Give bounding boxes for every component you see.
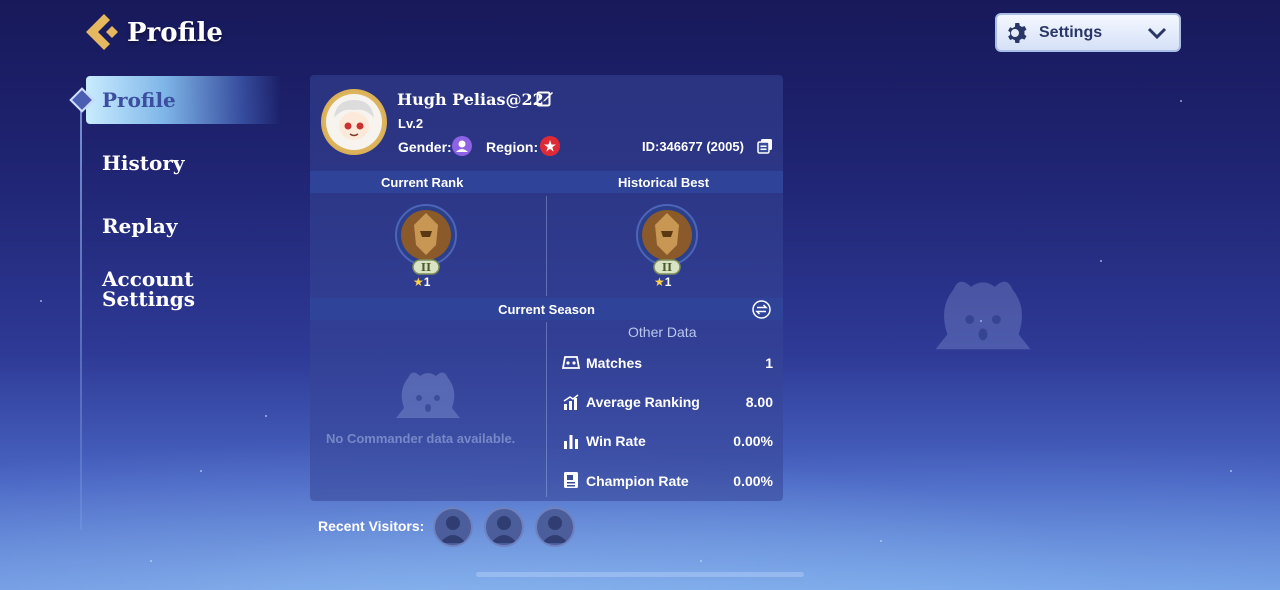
average-ranking-icon — [563, 394, 579, 410]
current-rank-badge[interactable]: II — [394, 203, 458, 283]
avatar-portrait-icon — [326, 94, 382, 150]
current-season-header: Current Season — [498, 301, 595, 317]
star-icon: ★ — [654, 275, 665, 289]
nav-item-replay[interactable]: Replay — [102, 216, 178, 236]
stat-label-matches: Matches — [586, 355, 643, 371]
copy-icon[interactable] — [757, 138, 773, 154]
no-commander-message: No Commander data available. — [326, 431, 516, 446]
rank-header-bar: Current Rank Historical Best — [310, 171, 783, 193]
matches-icon — [562, 356, 580, 369]
stat-value-champion-rate: 0.00% — [733, 473, 773, 489]
gender-label: Gender: — [398, 139, 452, 155]
scroll-indicator — [476, 572, 804, 577]
settings-label: Settings — [1039, 23, 1103, 41]
visitor-avatar[interactable] — [433, 507, 473, 547]
current-rank-tier: II — [421, 261, 431, 274]
stat-value-average-ranking: 8.00 — [745, 394, 773, 410]
mascot-placeholder-icon — [396, 372, 460, 418]
visitor-avatar[interactable] — [484, 507, 524, 547]
champion-rate-icon — [564, 472, 578, 488]
user-silhouette-icon — [491, 516, 517, 543]
best-rank-stars: ★1 — [654, 275, 671, 289]
user-silhouette-icon — [440, 516, 466, 543]
gender-icon — [452, 136, 472, 156]
nav-rail — [80, 100, 82, 530]
season-header-bar: Current Season — [310, 298, 783, 320]
nav-item-history[interactable]: History — [102, 153, 185, 173]
back-button[interactable] — [82, 12, 122, 52]
current-rank-star-count: 1 — [423, 275, 431, 289]
region-flag-icon — [540, 136, 560, 156]
historical-best-header: Historical Best — [618, 175, 710, 190]
settings-dropdown[interactable]: Settings — [995, 13, 1181, 52]
chevron-down-icon — [1147, 27, 1167, 40]
stat-label-champion-rate: Champion Rate — [586, 473, 689, 489]
nav-item-account-settings[interactable]: Account Settings — [102, 269, 222, 309]
edit-icon[interactable] — [536, 89, 554, 107]
stat-value-win-rate: 0.00% — [733, 433, 773, 449]
avatar[interactable] — [321, 89, 387, 155]
current-rank-header: Current Rank — [381, 175, 464, 190]
stat-label-average-ranking: Average Ranking — [586, 394, 700, 410]
season-divider — [546, 322, 547, 497]
visitor-avatar[interactable] — [535, 507, 575, 547]
region-label: Region: — [486, 139, 539, 155]
best-rank-badge[interactable]: II — [635, 203, 699, 283]
other-data-title: Other Data — [628, 324, 697, 340]
user-silhouette-icon — [542, 516, 568, 543]
rank-divider — [546, 196, 547, 296]
player-level: Lv.2 — [398, 116, 424, 131]
best-rank-tier: II — [662, 261, 672, 274]
player-id: ID:346677 (2005) — [642, 139, 744, 154]
rank-emblem-icon: II — [636, 204, 698, 275]
best-rank-star-count: 1 — [664, 275, 672, 289]
swap-icon[interactable] — [752, 300, 771, 319]
page-title: Profile — [127, 18, 223, 48]
back-arrow-icon — [86, 14, 118, 50]
nav-item-profile[interactable]: Profile — [102, 90, 176, 110]
stat-value-matches: 1 — [765, 355, 773, 371]
gear-icon — [1008, 22, 1027, 43]
mascot-watermark-icon — [935, 281, 1031, 350]
stat-label-win-rate: Win Rate — [586, 433, 646, 449]
rank-emblem-icon: II — [395, 204, 457, 275]
win-rate-icon — [564, 435, 578, 449]
player-name: Hugh Pelias@22 — [397, 90, 544, 109]
current-rank-stars: ★1 — [413, 275, 430, 289]
star-icon: ★ — [413, 275, 424, 289]
recent-visitors-label: Recent Visitors: — [318, 518, 425, 534]
